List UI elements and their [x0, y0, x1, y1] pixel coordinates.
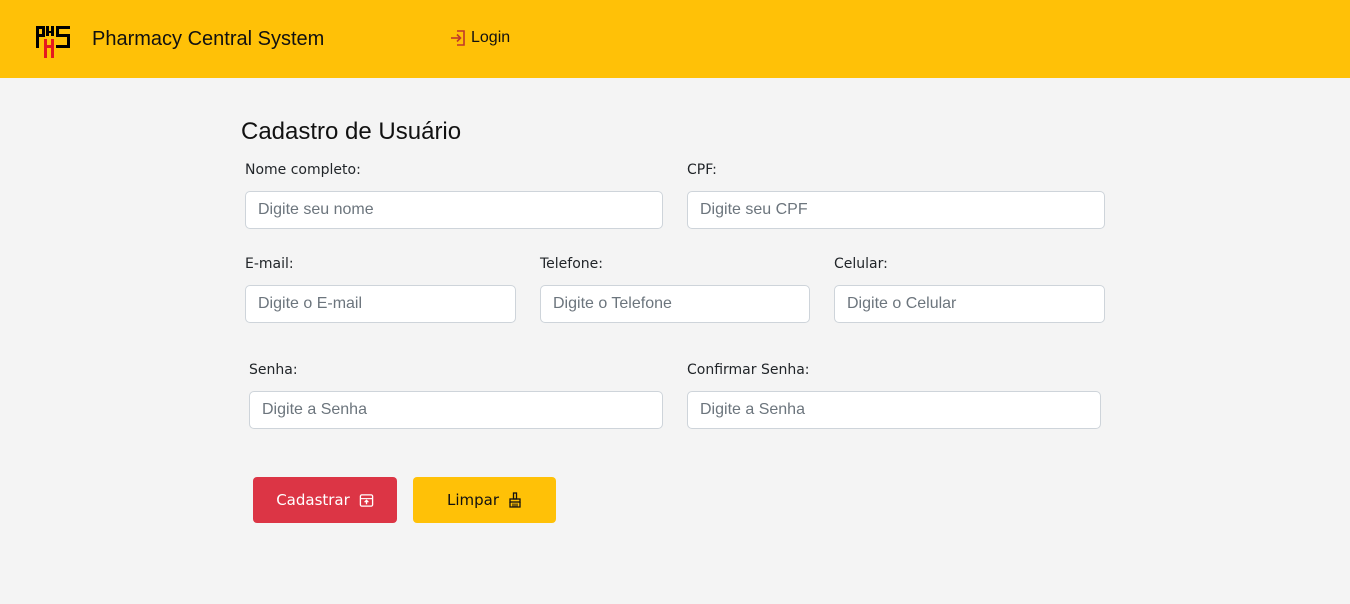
email-label: E-mail: [245, 256, 294, 272]
senha-input[interactable] [249, 391, 663, 429]
archive-upload-icon [359, 493, 374, 507]
broom-icon [509, 492, 521, 508]
cpf-label: CPF: [687, 162, 717, 178]
logo-icon [36, 26, 70, 58]
cadastrar-label: Cadastrar [276, 491, 350, 509]
telefone-input[interactable] [540, 285, 810, 323]
cadastrar-button[interactable]: Cadastrar [253, 477, 397, 523]
senha-label: Senha: [249, 362, 298, 378]
login-label: Login [471, 29, 511, 46]
cpf-input[interactable] [687, 191, 1105, 229]
confirmar-senha-label: Confirmar Senha: [687, 362, 810, 378]
celular-input[interactable] [834, 285, 1105, 323]
confirmar-senha-input[interactable] [687, 391, 1101, 429]
login-link[interactable]: Login [449, 29, 510, 47]
limpar-label: Limpar [446, 491, 500, 509]
nome-label: Nome completo: [245, 162, 361, 178]
login-icon [451, 30, 465, 46]
telefone-label: Telefone: [540, 256, 603, 272]
brand-title[interactable]: Pharmacy Central System [92, 28, 324, 51]
celular-label: Celular: [834, 256, 888, 272]
limpar-button[interactable]: Limpar [413, 477, 556, 523]
nome-input[interactable] [245, 191, 663, 229]
top-navbar: Pharmacy Central System Login [0, 0, 1350, 78]
page-title: Cadastro de Usuário [241, 118, 462, 145]
email-input[interactable] [245, 285, 516, 323]
